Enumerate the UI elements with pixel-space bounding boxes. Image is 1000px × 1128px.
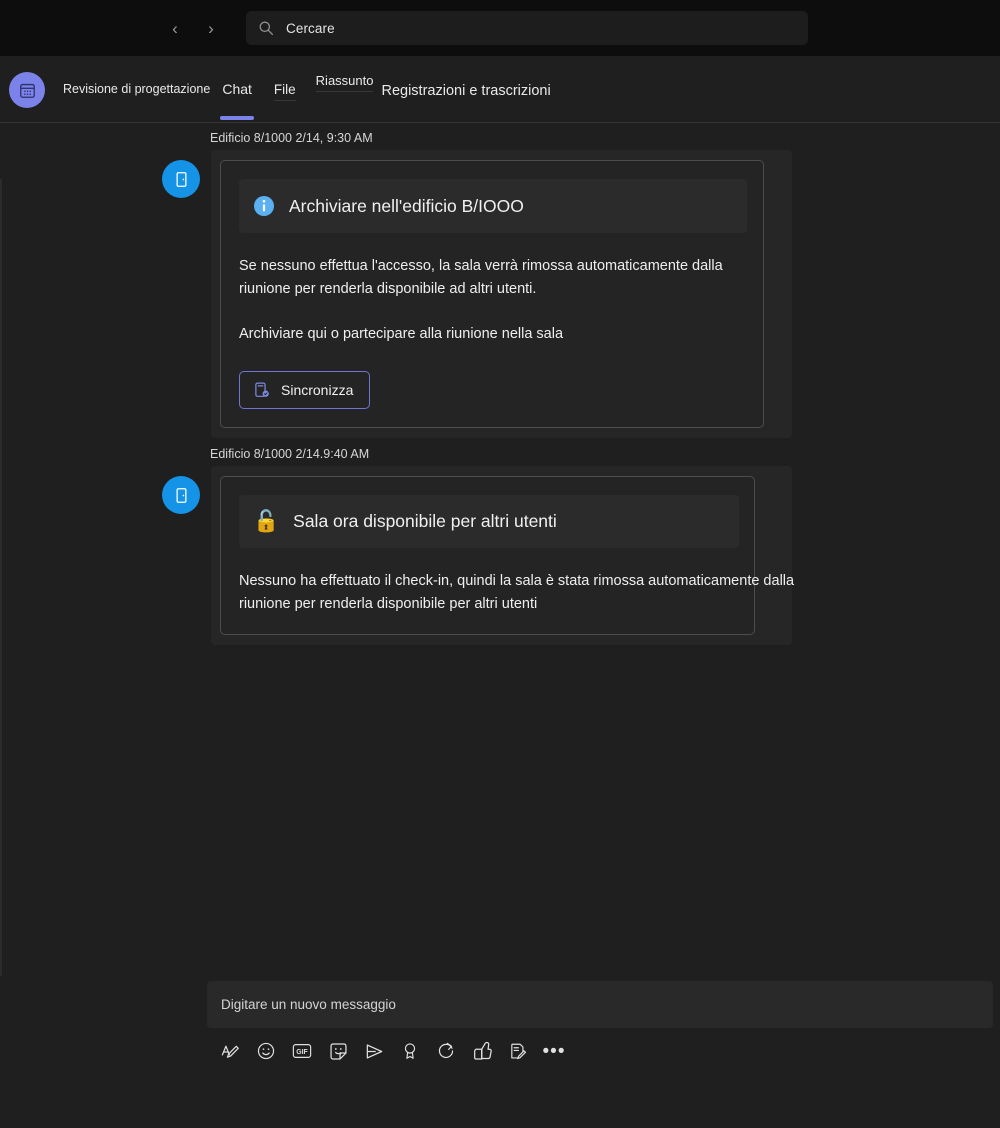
message-card-wrapper: Archiviare nell'edificio B/IOOO Se nessu…: [211, 150, 792, 438]
search-bar[interactable]: Cercare: [246, 11, 808, 45]
search-input[interactable]: Cercare: [286, 21, 335, 36]
chat-message: Edificio 8/1000 2/14.9:40 AM 🔓 Sala ora …: [0, 447, 1000, 645]
loop-icon[interactable]: [428, 1036, 464, 1066]
card-title: Archiviare nell'edificio B/IOOO: [289, 195, 524, 216]
message-input-placeholder: Digitare un nuovo messaggio: [221, 997, 396, 1012]
meeting-header-bar: Revisione di progettazione Chat File Ria…: [0, 56, 1000, 123]
approvals-icon[interactable]: [464, 1036, 500, 1066]
more-options-label: •••: [542, 1040, 566, 1062]
calendar-icon: [9, 72, 45, 108]
door-icon: [162, 476, 200, 514]
praise-icon[interactable]: [356, 1036, 392, 1066]
adaptive-card: Archiviare nell'edificio B/IOOO Se nessu…: [220, 160, 764, 428]
card-header: Archiviare nell'edificio B/IOOO: [239, 179, 747, 233]
sincronizza-button[interactable]: Sincronizza: [239, 371, 371, 409]
chat-message-list: Edificio 8/1000 2/14, 9:30 AM Archiviare…: [0, 123, 1000, 1081]
card-title: Sala ora disponibile per altri utenti: [293, 511, 557, 531]
forward-button[interactable]: ›: [198, 15, 224, 41]
page-title: Revisione di progettazione: [63, 82, 211, 96]
tab-list: Chat File Riassunto Registrazioni e tras…: [210, 56, 551, 120]
card-body-paragraph: Se nessuno effettua l'accesso, la sala v…: [239, 258, 723, 297]
compose-toolbar: GIF •••: [212, 1036, 572, 1066]
sincronizza-button-label: Sincronizza: [281, 382, 354, 398]
search-icon: [258, 20, 274, 36]
more-options-icon[interactable]: •••: [536, 1036, 572, 1066]
sticker-icon[interactable]: [320, 1036, 356, 1066]
top-bar: ‹ › Cercare: [0, 0, 1000, 56]
svg-text:GIF: GIF: [296, 1049, 307, 1056]
award-icon[interactable]: [392, 1036, 428, 1066]
tab-file[interactable]: File: [273, 82, 296, 101]
tab-riassunto[interactable]: Riassunto: [315, 73, 373, 92]
info-icon: [253, 195, 275, 217]
unlocked-padlock-icon: 🔓: [253, 510, 280, 533]
chat-message: Edificio 8/1000 2/14, 9:30 AM Archiviare…: [0, 131, 1000, 438]
adaptive-card: 🔓 Sala ora disponibile per altri utenti …: [220, 476, 794, 635]
forms-icon[interactable]: [500, 1036, 536, 1066]
message-timestamp: Edificio 8/1000 2/14.9:40 AM: [210, 447, 370, 461]
card-body-paragraph: Archiviare qui o partecipare alla riunio…: [239, 326, 564, 342]
card-body-paragraph: Nessuno ha effettuato il check-in, quind…: [239, 573, 795, 612]
gif-icon[interactable]: GIF: [284, 1036, 320, 1066]
back-button[interactable]: ‹: [162, 15, 188, 41]
tab-chat[interactable]: Chat: [220, 81, 254, 120]
message-input-box[interactable]: Digitare un nuovo messaggio: [207, 981, 993, 1028]
emoji-icon[interactable]: [248, 1036, 284, 1066]
compose-area: Digitare un nuovo messaggio GIF •••: [0, 976, 1000, 1081]
card-header: 🔓 Sala ora disponibile per altri utenti: [239, 495, 739, 548]
message-card-wrapper: 🔓 Sala ora disponibile per altri utenti …: [211, 466, 794, 645]
door-icon: [162, 160, 200, 198]
device-check-icon: [253, 381, 271, 399]
message-timestamp: Edificio 8/1000 2/14, 9:30 AM: [210, 131, 373, 145]
format-text-icon[interactable]: [212, 1036, 248, 1066]
tab-registrazioni-e-trascrizioni[interactable]: Registrazioni e trascrizioni: [381, 83, 550, 99]
navigation-arrows: ‹ ›: [162, 15, 224, 41]
